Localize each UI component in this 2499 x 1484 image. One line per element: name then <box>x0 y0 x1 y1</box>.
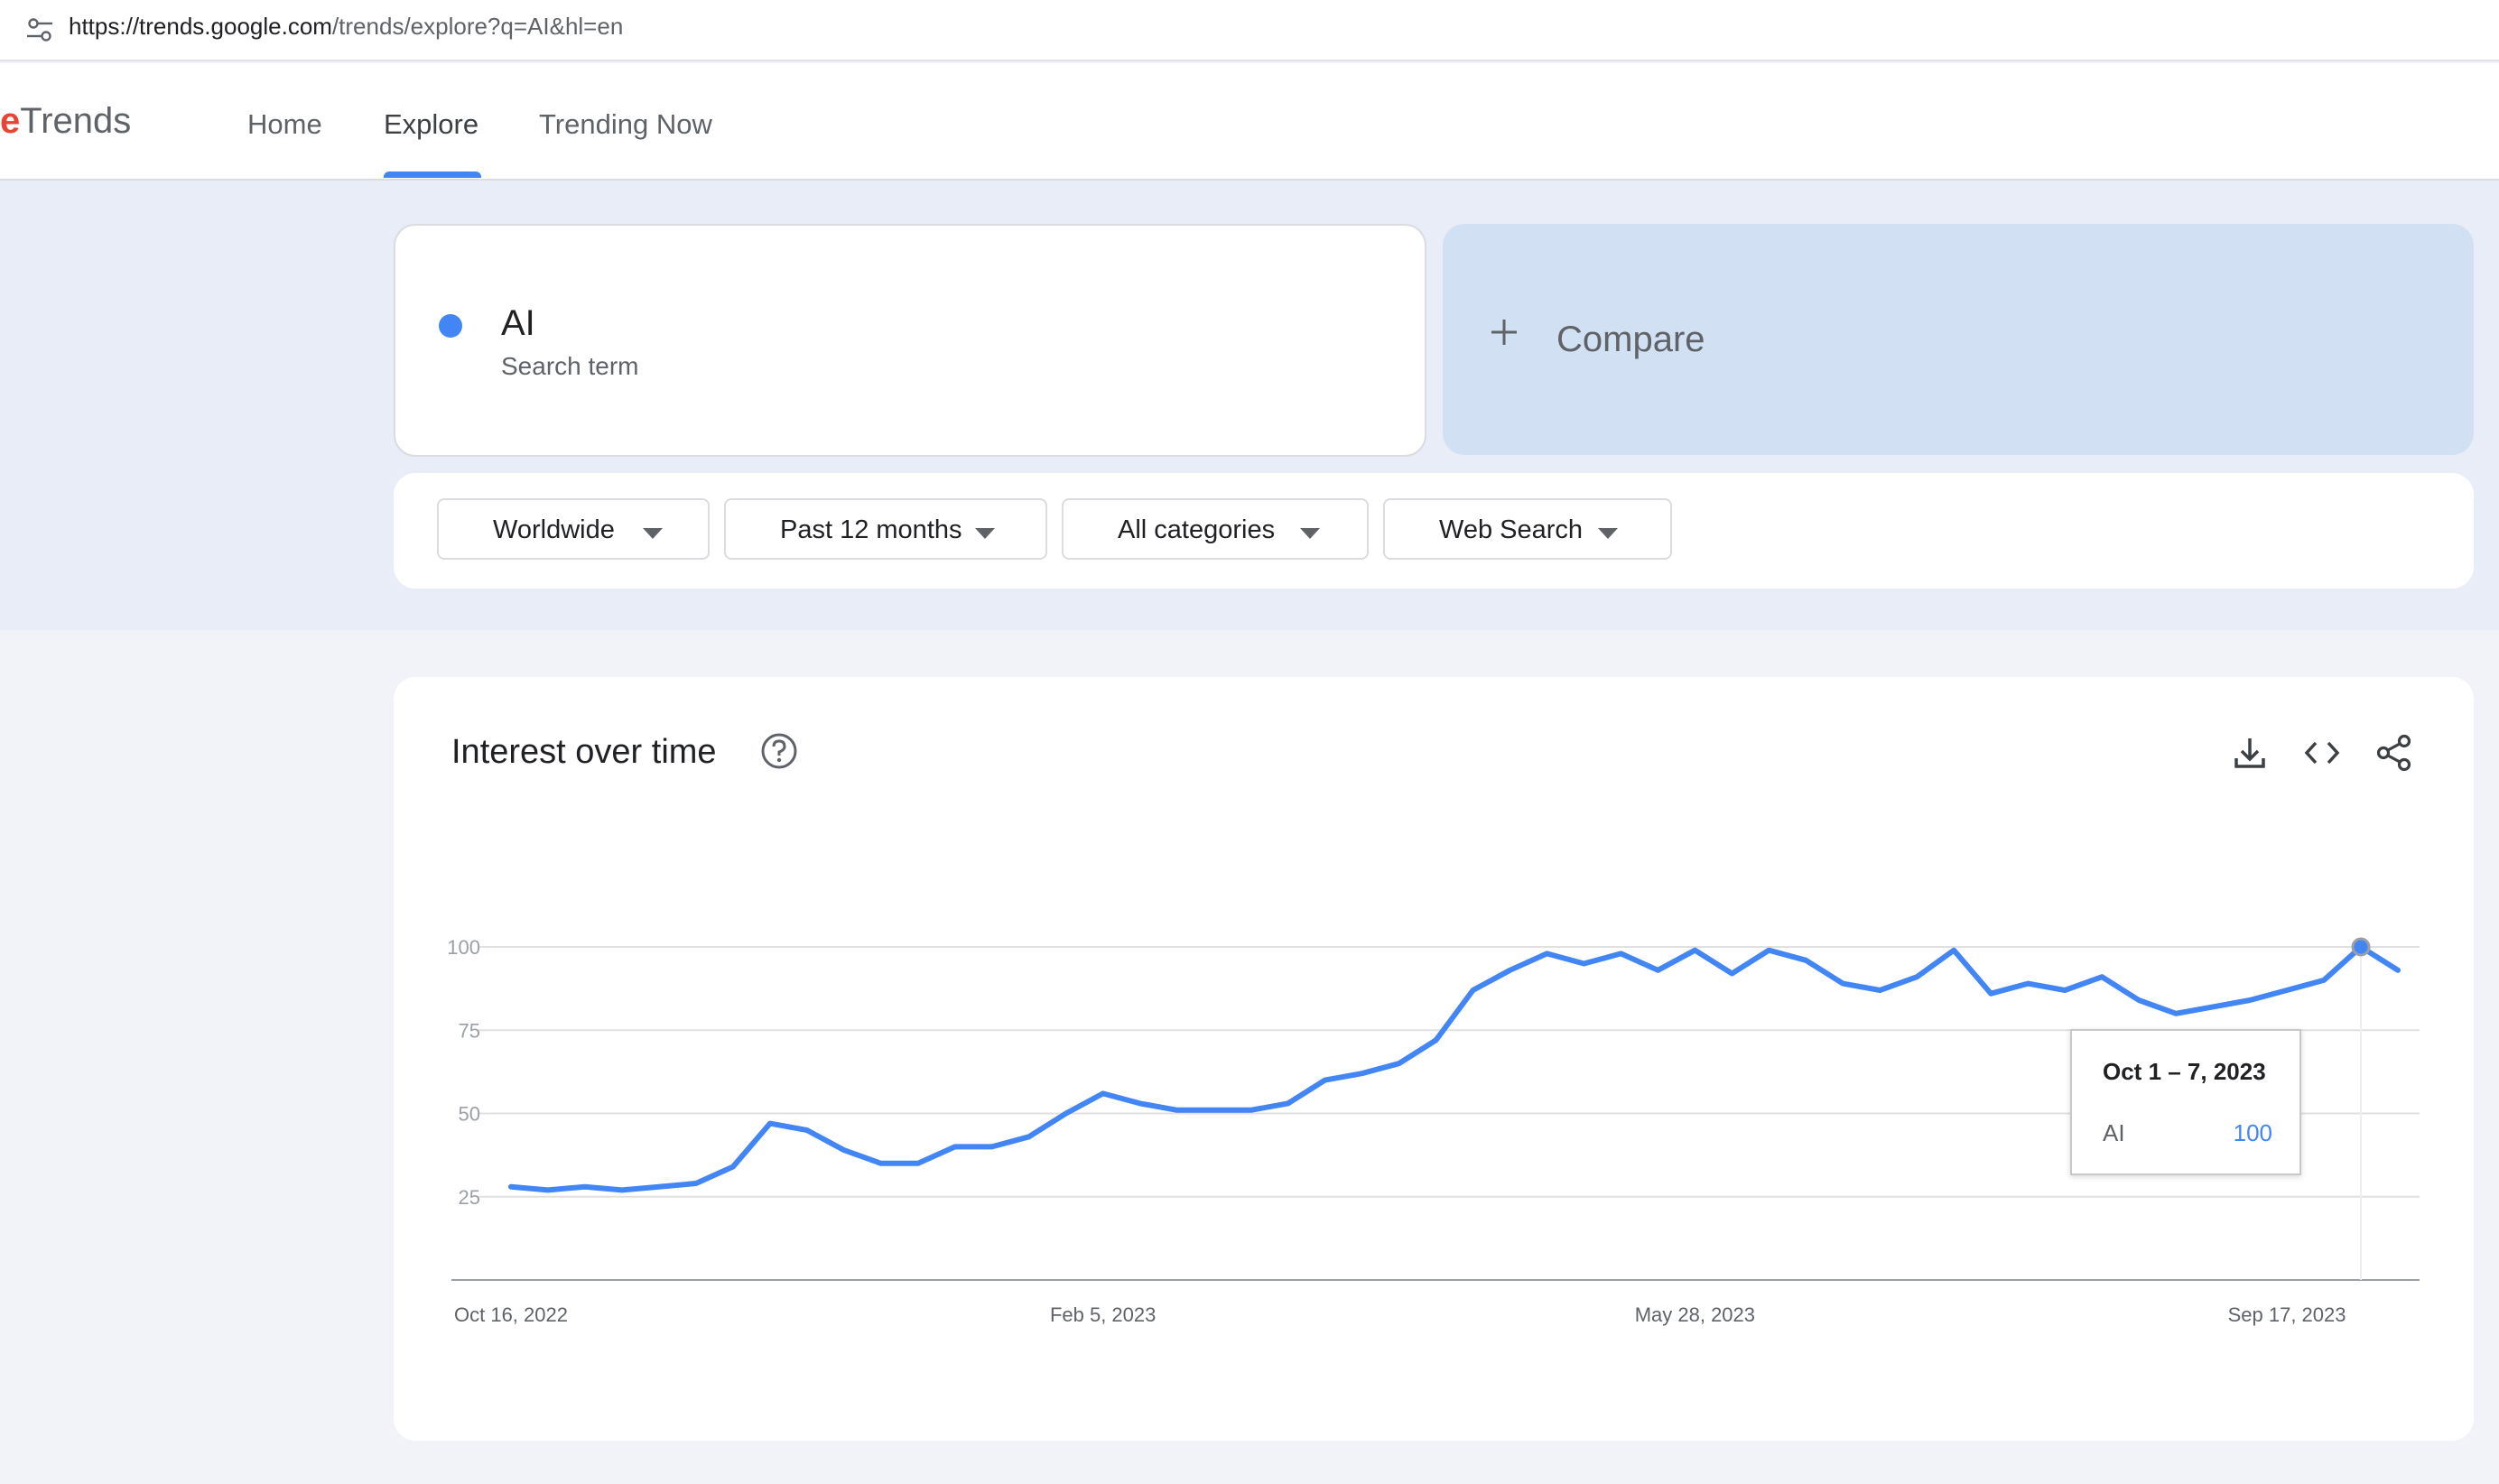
chart-tooltip: Oct 1 – 7, 2023 AI 100 <box>2070 1029 2301 1175</box>
tooltip-term: AI <box>2103 1119 2125 1146</box>
interest-line-chart[interactable]: 25 50 75 100 Oct 16, 2022 Feb 5, 2023 May 28, … <box>0 0 2499 1484</box>
x-tick-label: Feb 5, 2023 <box>1050 1303 1156 1326</box>
y-tick-label: 100 <box>447 936 480 959</box>
tooltip-date: Oct 1 – 7, 2023 <box>2103 1058 2266 1085</box>
highlighted-data-point <box>2351 937 2371 957</box>
tooltip-value: 100 <box>2233 1119 2272 1146</box>
y-tick-label: 50 <box>459 1103 480 1126</box>
x-tick-label: Oct 16, 2022 <box>454 1303 568 1326</box>
y-tick-label: 75 <box>459 1019 480 1042</box>
y-tick-label: 25 <box>459 1186 480 1209</box>
x-tick-label: May 28, 2023 <box>1635 1303 1755 1326</box>
x-tick-label: Sep 17, 2023 <box>2228 1303 2346 1326</box>
